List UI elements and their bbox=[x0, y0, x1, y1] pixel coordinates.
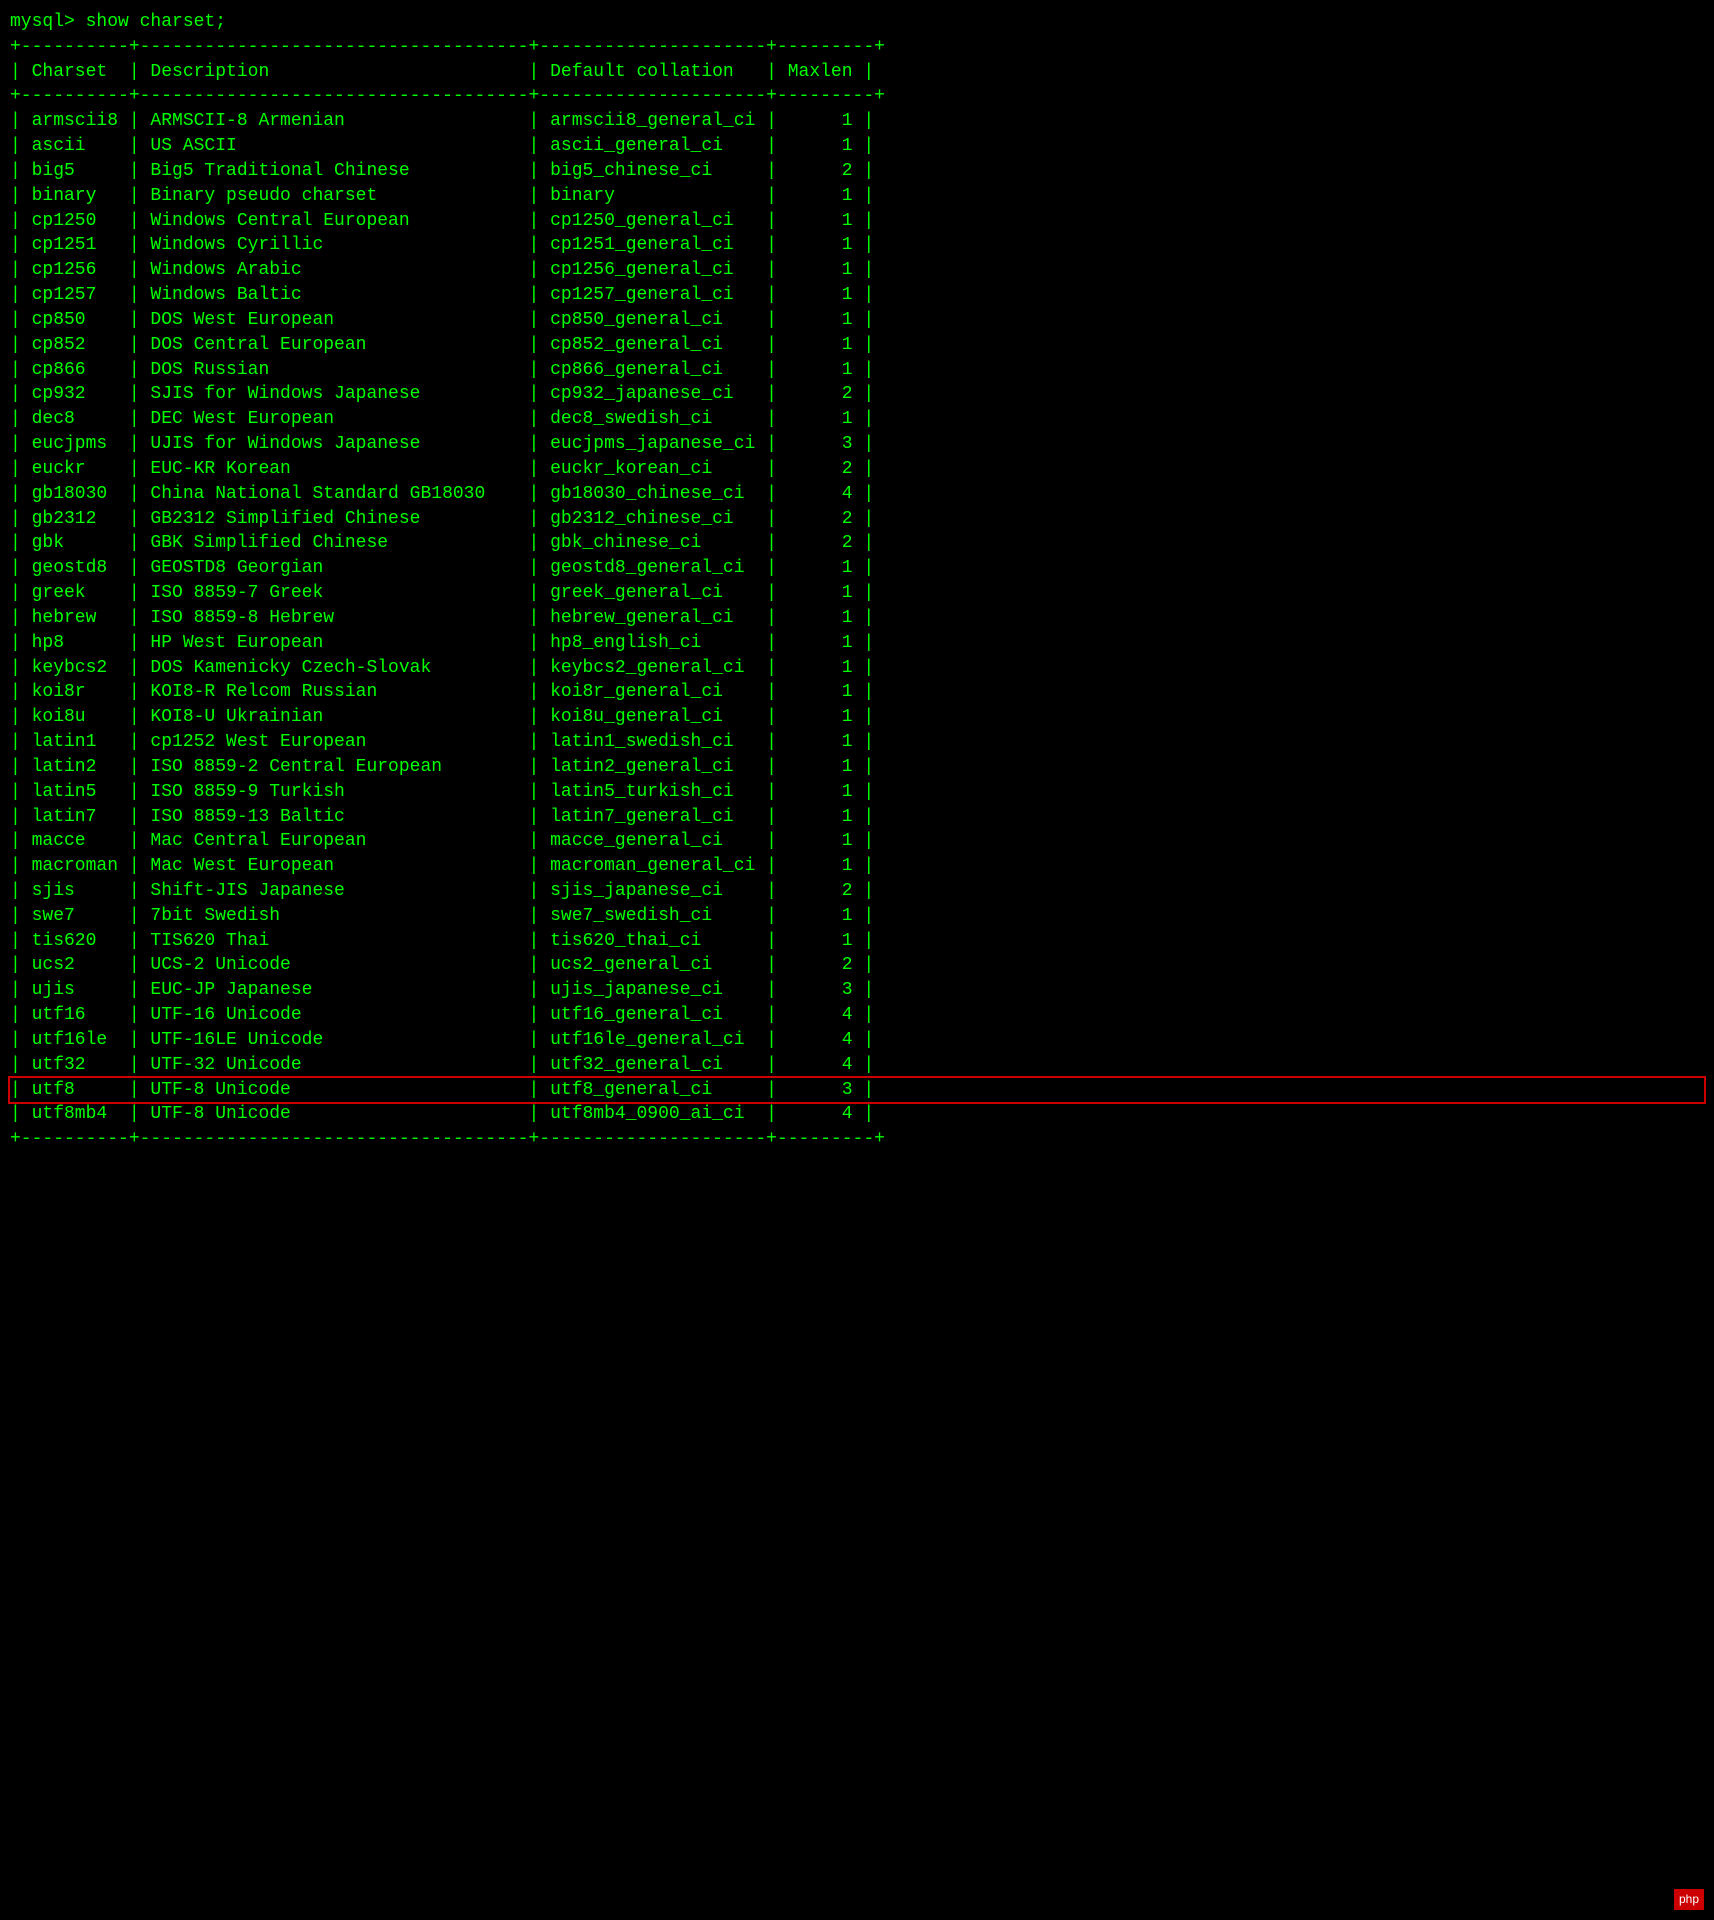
terminal: mysql> show charset; +----------+-------… bbox=[10, 10, 1704, 1152]
table-container: +----------+----------------------------… bbox=[10, 35, 1704, 1152]
table-output: +----------+----------------------------… bbox=[10, 35, 1704, 1152]
command-line: mysql> show charset; bbox=[10, 10, 1704, 35]
php-badge: php bbox=[1674, 1889, 1704, 1910]
